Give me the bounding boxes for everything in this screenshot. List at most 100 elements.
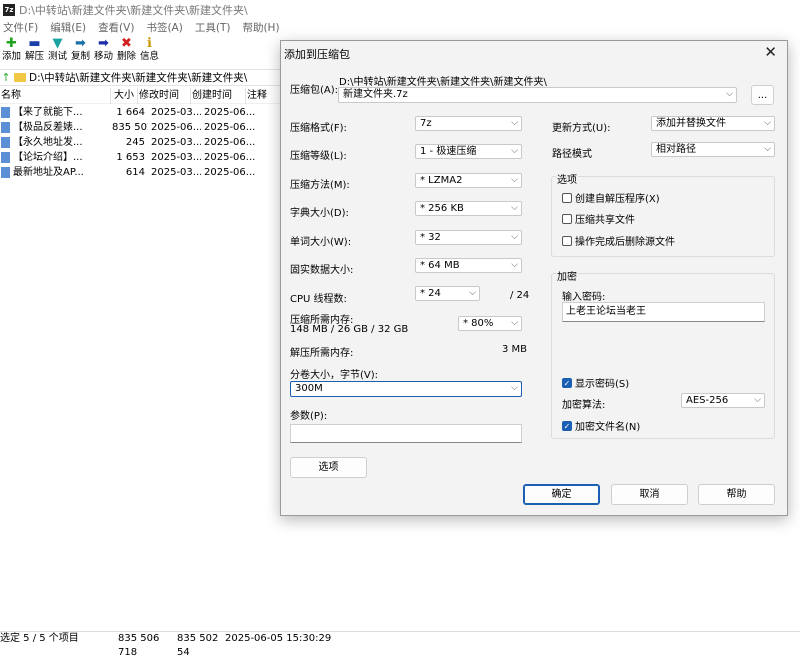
encryption-method-label: 加密算法: [562,400,606,411]
word-select[interactable]: * 32 ⌵ [415,230,522,245]
file-modified: 2025-03... [151,137,201,148]
dict-select[interactable]: * 256 KB ⌵ [415,201,522,216]
checkbox-box [562,213,572,224]
archive-name-value: 新建文件夹.7z [343,89,408,100]
params-input[interactable] [290,424,522,443]
menu-bookmarks[interactable]: 书签(A) [143,20,191,36]
toolbar-button-6[interactable]: ℹ 信息 [138,37,161,67]
solid-select[interactable]: * 64 MB ⌵ [415,258,522,273]
options-group-label: 选项 [556,171,578,186]
toolbar-label: 移动 [93,51,113,62]
shared-label: 压缩共享文件 [575,215,635,226]
method-select[interactable]: * LZMA2 ⌵ [415,173,522,188]
password-label: 输入密码: [562,292,606,303]
toolbar-button-1[interactable]: ▬ 解压 [23,37,46,67]
toolbar-button-5[interactable]: ✖ 删除 [115,37,138,67]
file-row[interactable]: 【极品反差婊...835 502 ...2025-06...2025-06... [0,120,280,135]
toolbar-button-2[interactable]: ▼ 测试 [46,37,69,67]
help-button[interactable]: 帮助 [698,484,775,505]
path-mode-select[interactable]: 相对路径 ⌵ [651,142,775,157]
method-label: 压缩方法(M): [290,180,350,191]
format-value: 7z [420,118,432,129]
format-select[interactable]: 7z ⌵ [415,116,522,131]
column-comment[interactable]: 注释 [246,88,280,104]
info-icon: ℹ [147,36,152,51]
file-size: 1 653 [116,152,145,163]
menu-tools[interactable]: 工具(T) [192,20,240,36]
window-title: D:\中转站\新建文件夹\新建文件夹\新建文件夹\ [19,4,248,17]
sfx-checkbox[interactable]: 创建自解压程序(X) [562,190,660,205]
file-created: 2025-06... [204,107,256,118]
cancel-button[interactable]: 取消 [611,484,688,505]
split-combo[interactable]: 300M ⌵ [290,381,522,397]
encryption-method-value: AES-256 [686,395,729,406]
close-icon[interactable]: ✕ [764,43,777,61]
delete-after-checkbox[interactable]: 操作完成后删除源文件 [562,233,675,248]
column-size[interactable]: 大小 [111,88,138,104]
menu-view[interactable]: 查看(V) [95,20,143,36]
column-modified[interactable]: 修改时间 [138,88,191,104]
show-password-checkbox[interactable]: ✓ 显示密码(S) [562,375,629,390]
memory-value: * 80% [463,318,494,329]
browse-button[interactable]: ... [751,85,774,105]
toolbar-label: 添加 [1,51,21,62]
address-bar: ↑ D:\中转站\新建文件夹\新建文件夹\新建文件夹\ [0,69,280,86]
level-select[interactable]: 1 - 极速压缩 ⌵ [415,144,522,159]
toolbar-button-3[interactable]: ➡ 复制 [69,37,92,67]
chevron-down-icon: ⌵ [511,175,518,185]
file-row[interactable]: 【论坛介绍】... 1 653 2025-03... 2025-06... [0,150,280,165]
file-name: 【永久地址发... [13,137,83,148]
file-icon [1,122,10,133]
check-icon: ✓ [562,377,572,388]
file-row[interactable]: 最新地址及AP... 614 2025-03... 2025-06... [0,165,280,180]
solid-label: 固实数据大小: [290,265,354,276]
toolbar-label: 复制 [70,51,90,62]
cpu-select[interactable]: * 24 ⌵ [415,286,480,301]
address-field[interactable]: D:\中转站\新建文件夹\新建文件夹\新建文件夹\ [29,70,247,85]
column-created[interactable]: 创建时间 [191,88,246,104]
update-mode-value: 添加并替换文件 [656,118,726,129]
file-row[interactable]: 【来了就能下... 1 664 2025-03... 2025-06... [0,105,280,120]
plus-icon: ✚ [6,36,17,51]
toolbar-button-4[interactable]: ➡ 移动 [92,37,115,67]
options-button[interactable]: 选项 [290,457,367,478]
file-size: 245 [125,137,145,148]
move-arrow-icon: ➡ [98,36,109,51]
title-bar: 7z D:\中转站\新建文件夹\新建文件夹\新建文件夹\ [0,0,800,20]
toolbar-button-0[interactable]: ✚ 添加 [0,37,23,67]
column-name[interactable]: 名称 [0,88,111,104]
ok-button[interactable]: 确定 [523,484,600,505]
archive-path: D:\中转站\新建文件夹\新建文件夹\新建文件夹\ [339,77,547,88]
file-size: 614 [125,167,145,178]
status-selected: 选定 5 / 5 个项目 [0,633,79,644]
file-name: 最新地址及AP... [13,167,84,178]
menu-file[interactable]: 文件(F) [0,20,47,36]
file-name: 【极品反差婊... [13,122,83,133]
password-input[interactable]: 上老王论坛当老王 [562,302,765,322]
toolbar-label: 解压 [24,51,44,62]
format-label: 压缩格式(F): [290,123,347,134]
archive-name-combo[interactable]: 新建文件夹.7z ⌵ [338,87,737,103]
menu-help[interactable]: 帮助(H) [239,20,288,36]
memory-detail: 148 MB / 26 GB / 32 GB [290,324,409,335]
up-arrow-icon[interactable]: ↑ [0,71,12,84]
file-created: 2025-06... [204,137,256,148]
chevron-down-icon: ⌵ [511,260,518,270]
archive-label: 压缩包(A): [290,85,339,96]
file-row[interactable]: 【永久地址发... 245 2025-03... 2025-06... [0,135,280,150]
update-mode-select[interactable]: 添加并替换文件 ⌵ [651,116,775,131]
word-value: * 32 [420,232,441,243]
encryption-method-select[interactable]: AES-256 ⌵ [681,393,765,408]
encrypt-names-checkbox[interactable]: ✓ 加密文件名(N) [562,418,640,433]
shared-checkbox[interactable]: 压缩共享文件 [562,211,635,226]
status-total-size: 835 506 718 [118,633,160,658]
cpu-total: / 24 [510,290,530,301]
method-value: * LZMA2 [420,175,463,186]
folder-icon [14,73,26,82]
file-size: 835 502 ... [112,122,148,133]
chevron-down-icon: ⌵ [764,144,771,154]
memory-select[interactable]: * 80% ⌵ [458,316,522,331]
toolbar-label: 删除 [116,51,136,62]
menu-edit[interactable]: 编辑(E) [47,20,95,36]
chevron-down-icon: ⌵ [511,383,518,393]
